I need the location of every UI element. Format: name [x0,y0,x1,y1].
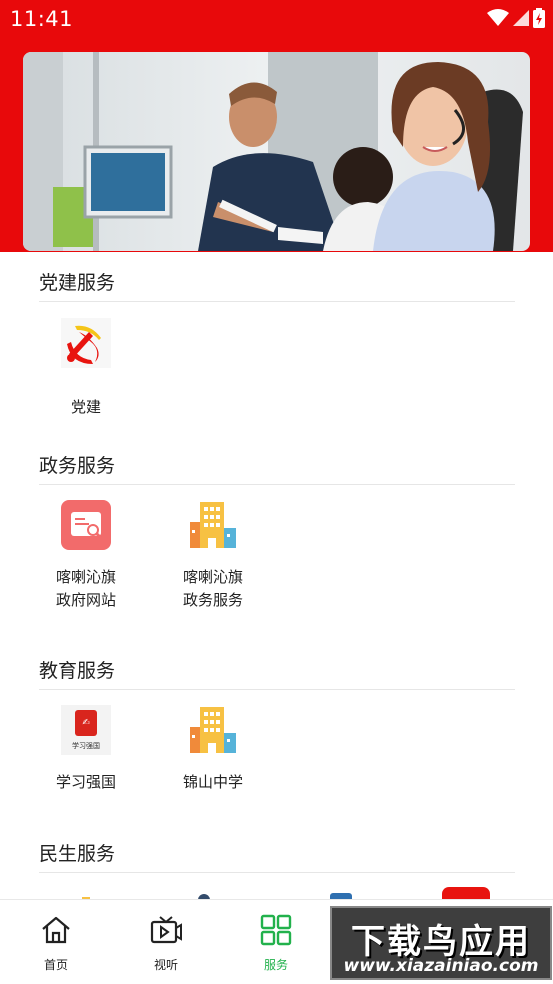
section-title: 民生服务 [39,843,116,865]
tab-services[interactable]: 服务 [226,900,326,984]
section-divider [39,484,515,485]
service-gov-website[interactable]: 喀喇沁旗 政府网站 [36,500,136,610]
battery-icon [533,8,545,28]
tab-home[interactable]: 首页 [6,900,106,984]
service-jinshan-school[interactable]: 锦山中学 [163,705,263,795]
section-title: 教育服务 [39,660,116,682]
banner-image[interactable] [23,52,530,251]
icon-caption: 学习强国 [72,742,100,750]
tv-play-icon [150,916,182,944]
tab-label: 服务 [263,958,288,972]
partial-icon [442,887,490,899]
status-bar: 11:41 [0,0,553,38]
service-gov-affairs[interactable]: 喀喇沁旗 政务服务 [163,500,263,610]
grid-icon [260,914,292,946]
section-title: 政务服务 [39,455,116,477]
party-emblem-icon [61,318,111,368]
cell-signal-icon [513,10,529,26]
tile-label-line1: 喀喇沁旗 [55,568,116,586]
tab-media[interactable]: 视听 [116,900,216,984]
services-content[interactable]: 党建服务 党建 政务服务 喀喇沁旗 政府网站 喀喇沁旗 政务服务 教育服务 ✍ … [0,252,553,899]
section-divider [39,689,515,690]
service-xuexi-qiangguo[interactable]: ✍ 学习强国 学习强国 [36,705,136,795]
section-title: 党建服务 [39,272,116,294]
status-icons [487,8,545,28]
section-divider [39,872,515,873]
buildings-icon [190,502,236,548]
tab-label: 视听 [153,958,178,972]
xuexi-qiangguo-icon: ✍ 学习强国 [61,705,111,755]
tile-label: 学习强国 [55,773,116,791]
tile-label: 锦山中学 [182,773,243,791]
section-divider [39,301,515,302]
tile-label: 党建 [70,398,101,416]
home-icon [42,916,70,944]
tile-label-line2: 政府网站 [55,591,116,609]
service-party-building[interactable]: 党建 [36,318,136,416]
status-time: 11:41 [10,7,74,31]
tab-label: 首页 [43,958,68,972]
watermark-overlay: 下载鸟应用 www.xiazainiao.com [330,906,552,980]
tile-label-line1: 喀喇沁旗 [182,568,243,586]
watermark-url: www.xiazainiao.com [343,956,539,976]
web-search-icon [61,500,111,550]
tile-label-line2: 政务服务 [182,591,243,609]
buildings-icon [190,707,236,753]
wifi-icon [487,9,509,26]
